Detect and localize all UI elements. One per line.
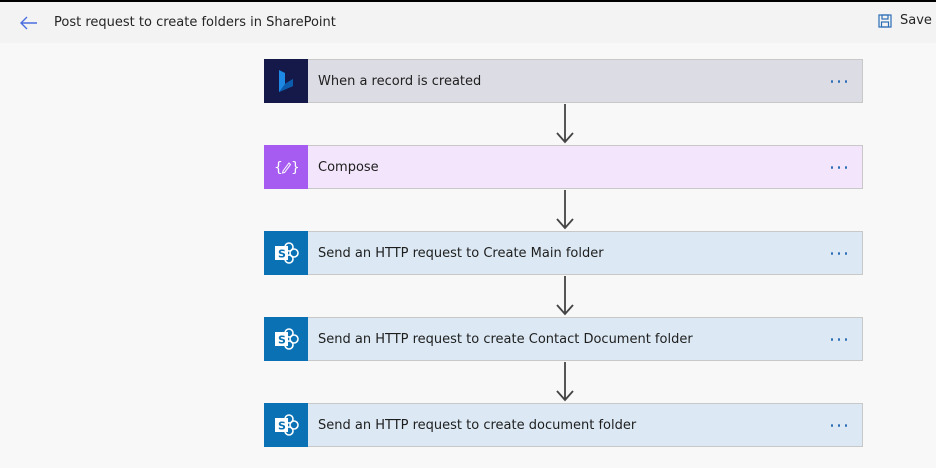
- svg-text:{: {: [274, 160, 283, 176]
- ellipsis-dot: [837, 79, 841, 83]
- step-label: Send an HTTP request to create Contact D…: [318, 331, 693, 347]
- step-card-http-contact-document-folder[interactable]: S Send an HTTP request to create Contact…: [264, 316, 863, 361]
- more-options-button[interactable]: [828, 415, 850, 435]
- ellipsis-dot: [837, 165, 841, 169]
- save-icon: [878, 13, 892, 28]
- flow-arrow: [556, 276, 574, 316]
- sharepoint-icon: S: [275, 241, 299, 264]
- ellipsis-dot: [845, 337, 848, 341]
- ellipsis-dot: [830, 337, 833, 341]
- ellipsis-dot: [845, 251, 848, 255]
- flow-arrow: [556, 104, 574, 144]
- ellipsis-dot: [830, 165, 833, 169]
- sharepoint-icon: S: [275, 327, 299, 350]
- sharepoint-tile: S: [264, 316, 308, 361]
- header-bar: Post request to create folders in ShareP…: [0, 2, 936, 43]
- flow-arrow: [556, 190, 574, 230]
- step-label: Send an HTTP request to Create Main fold…: [318, 245, 604, 261]
- step-card-http-main-folder[interactable]: S Send an HTTP request to Create Main fo…: [264, 230, 863, 275]
- back-arrow-icon: [20, 16, 37, 30]
- svg-text:S: S: [278, 419, 286, 432]
- ellipsis-dot: [837, 337, 841, 341]
- step-card-http-document-folder[interactable]: S Send an HTTP request to create documen…: [264, 402, 863, 447]
- back-button[interactable]: [18, 12, 40, 34]
- dynamics-tile: [264, 58, 308, 103]
- more-options-button[interactable]: [828, 71, 850, 91]
- sharepoint-tile: S: [264, 402, 308, 447]
- step-label: When a record is created: [318, 73, 482, 89]
- svg-text:S: S: [278, 247, 286, 260]
- save-button[interactable]: Save: [878, 13, 932, 28]
- save-label: Save: [900, 13, 932, 28]
- sharepoint-icon: S: [275, 413, 299, 436]
- flow-arrow: [556, 362, 574, 402]
- page-title: Post request to create folders in ShareP…: [54, 15, 336, 30]
- sharepoint-tile: S: [264, 230, 308, 275]
- step-label: Compose: [318, 159, 379, 175]
- more-options-button[interactable]: [828, 329, 850, 349]
- svg-text:S: S: [278, 333, 286, 346]
- step-card-trigger[interactable]: When a record is created: [264, 58, 863, 103]
- ellipsis-dot: [837, 251, 841, 255]
- step-card-compose[interactable]: { } Compose: [264, 144, 863, 189]
- step-label: Send an HTTP request to create document …: [318, 417, 637, 433]
- ellipsis-dot: [837, 423, 841, 427]
- svg-text:}: }: [291, 160, 298, 176]
- ellipsis-dot: [830, 79, 833, 83]
- compose-icon: { }: [274, 160, 298, 176]
- ellipsis-dot: [845, 423, 848, 427]
- dynamics-icon: [279, 69, 293, 92]
- more-options-button[interactable]: [828, 157, 850, 177]
- more-options-button[interactable]: [828, 243, 850, 263]
- ellipsis-dot: [830, 423, 833, 427]
- ellipsis-dot: [845, 165, 848, 169]
- ellipsis-dot: [830, 251, 833, 255]
- compose-tile: { }: [264, 144, 308, 189]
- ellipsis-dot: [845, 79, 848, 83]
